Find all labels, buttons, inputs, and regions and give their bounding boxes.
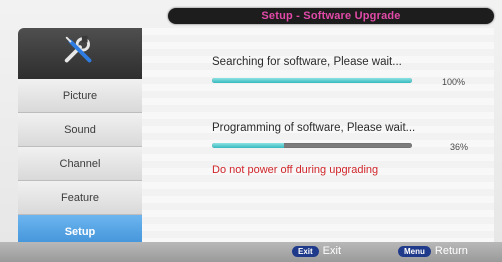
sidebar-item-sound[interactable]: Sound [18,113,142,147]
title-bar: Setup - Software Upgrade [168,8,494,24]
sidebar-item-label: Setup [64,226,96,238]
search-percent: 100% [442,77,466,87]
main-panel: Searching for software, Please wait... 1… [142,28,494,242]
page-title: Setup - Software Upgrade [261,10,401,22]
exit-key-icon: Exit [292,245,319,257]
menu-key-icon: Menu [398,245,431,257]
warning-text: Do not power off during upgrading [212,164,379,176]
sidebar-header [18,28,142,79]
program-progress-bar [212,143,412,148]
search-progress-bar [212,78,412,83]
sidebar-item-feature[interactable]: Feature [18,181,142,215]
sidebar-item-picture[interactable]: Picture [18,79,142,113]
program-progress-fill [212,143,284,148]
sidebar-item-label: Sound [64,123,96,136]
sidebar-item-setup[interactable]: Setup [18,215,142,242]
exit-label: Exit [322,245,342,257]
program-status-text: Programming of software, Please wait... [212,122,416,134]
sidebar-item-label: Picture [62,89,98,102]
search-progress-fill [212,78,412,83]
sidebar-item-label: Channel [59,157,101,170]
sidebar-item-label: Feature [61,191,99,204]
return-label: Return [434,245,468,257]
sidebar: Picture Sound Channel Feature Setup [18,28,142,242]
program-percent: 36% [450,142,469,152]
search-status-text: Searching for software, Please wait... [212,56,402,68]
footer-bar: Exit Exit Menu Return [0,242,502,262]
sidebar-item-channel[interactable]: Channel [18,147,142,181]
exit-hint[interactable]: Exit Exit [292,245,341,257]
tv-menu-screen: Setup - Software Upgrade Picture Sound C… [0,0,502,262]
tools-icon [61,32,99,75]
return-hint[interactable]: Menu Return [398,245,468,257]
